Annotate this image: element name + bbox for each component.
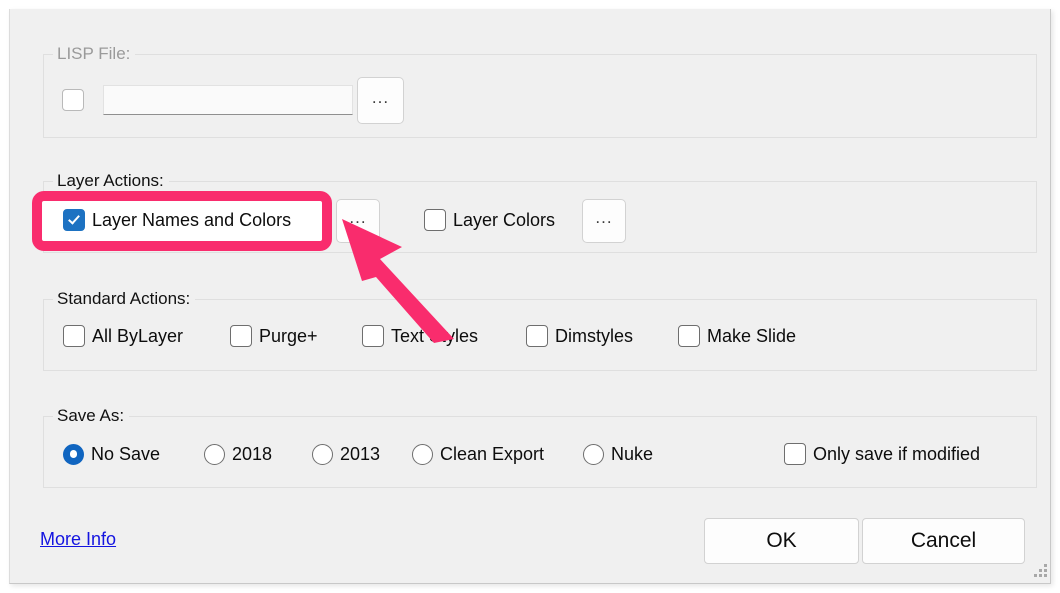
layer-names-and-colors-checkbox-row[interactable]: Layer Names and Colors bbox=[63, 209, 291, 231]
make-slide-checkbox[interactable] bbox=[678, 325, 700, 347]
cancel-button[interactable]: Cancel bbox=[862, 518, 1025, 564]
save-as-option-no-save[interactable]: No Save bbox=[63, 443, 160, 465]
clean-export-label: Clean Export bbox=[440, 444, 545, 464]
resize-grip[interactable] bbox=[1031, 564, 1047, 580]
clean-export-radio[interactable] bbox=[412, 443, 433, 465]
save-as-option-nuke[interactable]: Nuke bbox=[583, 443, 653, 465]
layer-names-and-colors-label: Layer Names and Colors bbox=[92, 210, 292, 230]
layer-colors-checkbox-row[interactable]: Layer Colors bbox=[424, 209, 555, 231]
text-styles-label: Text Styles bbox=[391, 326, 479, 346]
save-as-option-clean-export[interactable]: Clean Export bbox=[412, 443, 544, 465]
layer-colors-label: Layer Colors bbox=[453, 210, 556, 230]
save-as-group-label: Save As: bbox=[53, 406, 130, 426]
no-save-label: No Save bbox=[91, 444, 161, 464]
standard-action-dimstyles[interactable]: Dimstyles bbox=[526, 325, 633, 347]
save-2013-radio[interactable] bbox=[312, 443, 333, 465]
layer-names-and-colors-browse-button[interactable]: ... bbox=[336, 199, 380, 243]
only-save-if-modified-checkbox[interactable] bbox=[784, 443, 806, 465]
lisp-file-browse-button[interactable]: ... bbox=[357, 77, 404, 124]
standard-action-text-styles[interactable]: Text Styles bbox=[362, 325, 478, 347]
only-save-if-modified-row[interactable]: Only save if modified bbox=[784, 443, 980, 465]
ok-button[interactable]: OK bbox=[704, 518, 859, 564]
layer-colors-checkbox[interactable] bbox=[424, 209, 446, 231]
text-styles-checkbox[interactable] bbox=[362, 325, 384, 347]
standard-action-all-bylayer[interactable]: All ByLayer bbox=[63, 325, 183, 347]
standard-action-make-slide[interactable]: Make Slide bbox=[678, 325, 796, 347]
purge-plus-label: Purge+ bbox=[259, 326, 318, 346]
nuke-radio[interactable] bbox=[583, 443, 604, 465]
layer-actions-group-label: Layer Actions: bbox=[53, 171, 169, 191]
standard-actions-group-label: Standard Actions: bbox=[53, 289, 196, 309]
purge-plus-checkbox[interactable] bbox=[230, 325, 252, 347]
only-save-if-modified-label: Only save if modified bbox=[813, 444, 981, 464]
dialog-client-area: LISP File: ... Layer Actions: Layer Name… bbox=[10, 9, 1050, 583]
all-bylayer-checkbox[interactable] bbox=[63, 325, 85, 347]
lisp-file-path-input[interactable] bbox=[103, 85, 353, 115]
all-bylayer-label: All ByLayer bbox=[92, 326, 184, 346]
dimstyles-label: Dimstyles bbox=[555, 326, 634, 346]
layer-colors-browse-button[interactable]: ... bbox=[582, 199, 626, 243]
layer-names-and-colors-checkbox[interactable] bbox=[63, 209, 85, 231]
lisp-file-enable-checkbox-row[interactable] bbox=[62, 89, 84, 111]
lisp-file-enable-checkbox[interactable] bbox=[62, 89, 84, 111]
nuke-label: Nuke bbox=[611, 444, 654, 464]
dialog-window: LISP File: ... Layer Actions: Layer Name… bbox=[9, 9, 1051, 584]
save-as-option-2018[interactable]: 2018 bbox=[204, 443, 272, 465]
dimstyles-checkbox[interactable] bbox=[526, 325, 548, 347]
no-save-radio[interactable] bbox=[63, 443, 84, 465]
more-info-link[interactable]: More Info bbox=[40, 529, 116, 550]
save-as-option-2013[interactable]: 2013 bbox=[312, 443, 380, 465]
save-2018-label: 2018 bbox=[232, 444, 273, 464]
lisp-file-group-label: LISP File: bbox=[53, 44, 136, 64]
save-2013-label: 2013 bbox=[340, 444, 381, 464]
standard-action-purge-plus[interactable]: Purge+ bbox=[230, 325, 318, 347]
make-slide-label: Make Slide bbox=[707, 326, 797, 346]
save-2018-radio[interactable] bbox=[204, 443, 225, 465]
